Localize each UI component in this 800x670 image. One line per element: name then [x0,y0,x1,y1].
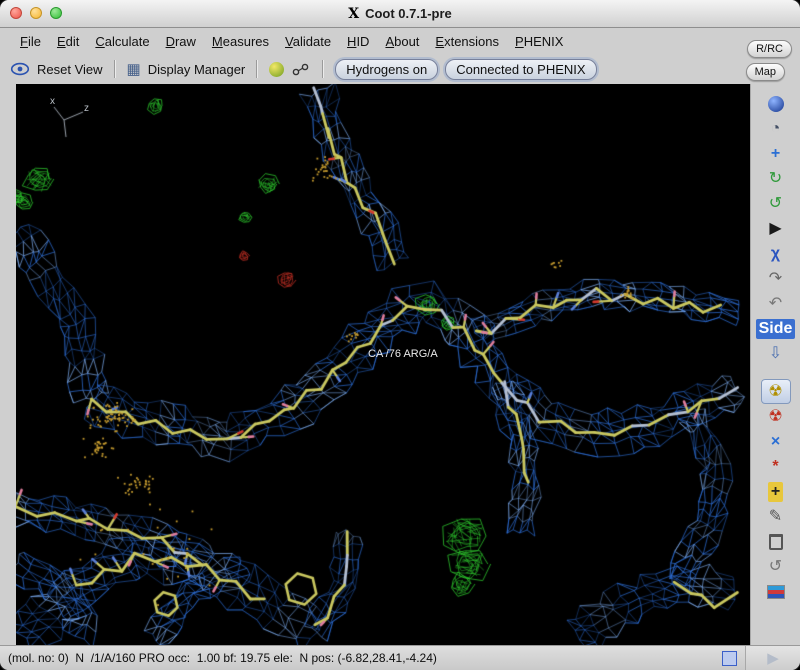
status-indicator [722,650,737,666]
molecular-viewport[interactable] [16,84,750,645]
window-title-group: X Coot 0.7.1-pre [348,6,452,22]
side-chain-180-icon[interactable]: Side [755,316,796,341]
x11-icon: X [348,5,360,22]
menu-measures[interactable]: Measures [204,32,277,51]
right-toolbar: ◔ + ↻ ↺ ▶ χ ↷ ↶ Side ⇩ ☢ ☢ × * + ✎ ↺ [750,84,800,645]
menu-draw[interactable]: Draw [158,32,204,51]
navigation-sphere-icon[interactable] [761,91,791,116]
view-clock-icon[interactable]: ◔ [761,116,791,141]
toolbar-separator [256,60,259,78]
toolbar-separator [322,60,325,78]
menu-validate[interactable]: Validate [277,32,339,51]
menu-edit[interactable]: Edit [49,32,87,51]
menu-bar: File Edit Calculate Draw Measures Validate HID… [0,28,800,54]
measure-distance-icon[interactable] [291,63,311,76]
reset-view-icon[interactable] [10,62,30,76]
phenix-connection-button[interactable]: Connected to PHENIX [445,58,597,80]
real-space-refine-icon[interactable]: ☢ [760,379,791,404]
display-images-icon[interactable] [761,579,791,604]
reset-view-button[interactable]: Reset View [37,62,103,77]
close-button[interactable] [10,7,22,19]
rotate-zone-icon[interactable]: ↻ [761,166,791,191]
regularize-zone-icon[interactable]: ☢ [761,404,791,429]
status-text: (mol. no: 0) N /1/A/160 PRO occ: 1.00 bf… [8,651,437,665]
menu-extensions[interactable]: Extensions [427,32,507,51]
title-bar[interactable]: X Coot 0.7.1-pre [0,0,800,28]
hydrogens-toggle-button[interactable]: Hydrogens on [335,58,439,80]
status-bar: (mol. no: 0) N /1/A/160 PRO occ: 1.00 bf… [0,645,800,670]
menu-hid[interactable]: HID [339,32,377,51]
go-to-atom-icon[interactable] [269,61,285,77]
bottom-right-corner: ▶ [745,646,800,670]
window-title: Coot 0.7.1-pre [365,6,452,21]
main-toolbar: Reset View ▦ Display Manager Hydrogens o… [0,54,800,84]
torsion-general-icon[interactable]: ↺ [761,191,791,216]
mutate-icon[interactable]: * [761,454,791,479]
pencil-icon[interactable]: ✎ [761,504,791,529]
add-terminal-residue-icon[interactable]: + [761,479,791,504]
play-path-icon[interactable]: ▶ [761,216,791,241]
play-icon[interactable]: ▶ [767,649,779,667]
menu-calculate[interactable]: Calculate [87,32,157,51]
auto-fit-rotamer-icon[interactable]: ↷ [761,266,791,291]
menu-file[interactable]: File [12,32,49,51]
down-arrow-icon[interactable]: ⇩ [761,341,791,366]
display-manager-button[interactable]: Display Manager [148,62,246,77]
menu-phenix[interactable]: PHENIX [507,32,571,51]
rrc-button[interactable]: R/RC [747,40,792,58]
delete-trash-icon[interactable] [761,529,791,554]
toolbar-separator [113,60,116,78]
display-manager-icon[interactable]: ▦ [127,60,141,78]
menu-about[interactable]: About [377,32,427,51]
minimize-button[interactable] [30,7,42,19]
chi-angles-icon[interactable]: χ [761,241,791,266]
rotamer-cycle-icon[interactable]: ↶ [761,291,791,316]
rigid-body-fit-icon[interactable]: × [761,429,791,454]
graphics-area: x z CA /76 ARG/A [16,84,750,645]
coot-window: X Coot 0.7.1-pre File Edit Calculate Draw Me… [0,0,800,670]
zoom-button[interactable] [50,7,62,19]
map-button[interactable]: Map [745,63,785,81]
translate-axes-icon[interactable]: + [761,141,791,166]
main-area: x z CA /76 ARG/A ◔ + ↻ ↺ ▶ χ ↷ ↶ Side ⇩ ☢ ☢ × * + ✎ ↺ [0,84,800,645]
undo-icon[interactable]: ↺ [761,554,791,579]
traffic-lights [10,7,62,19]
